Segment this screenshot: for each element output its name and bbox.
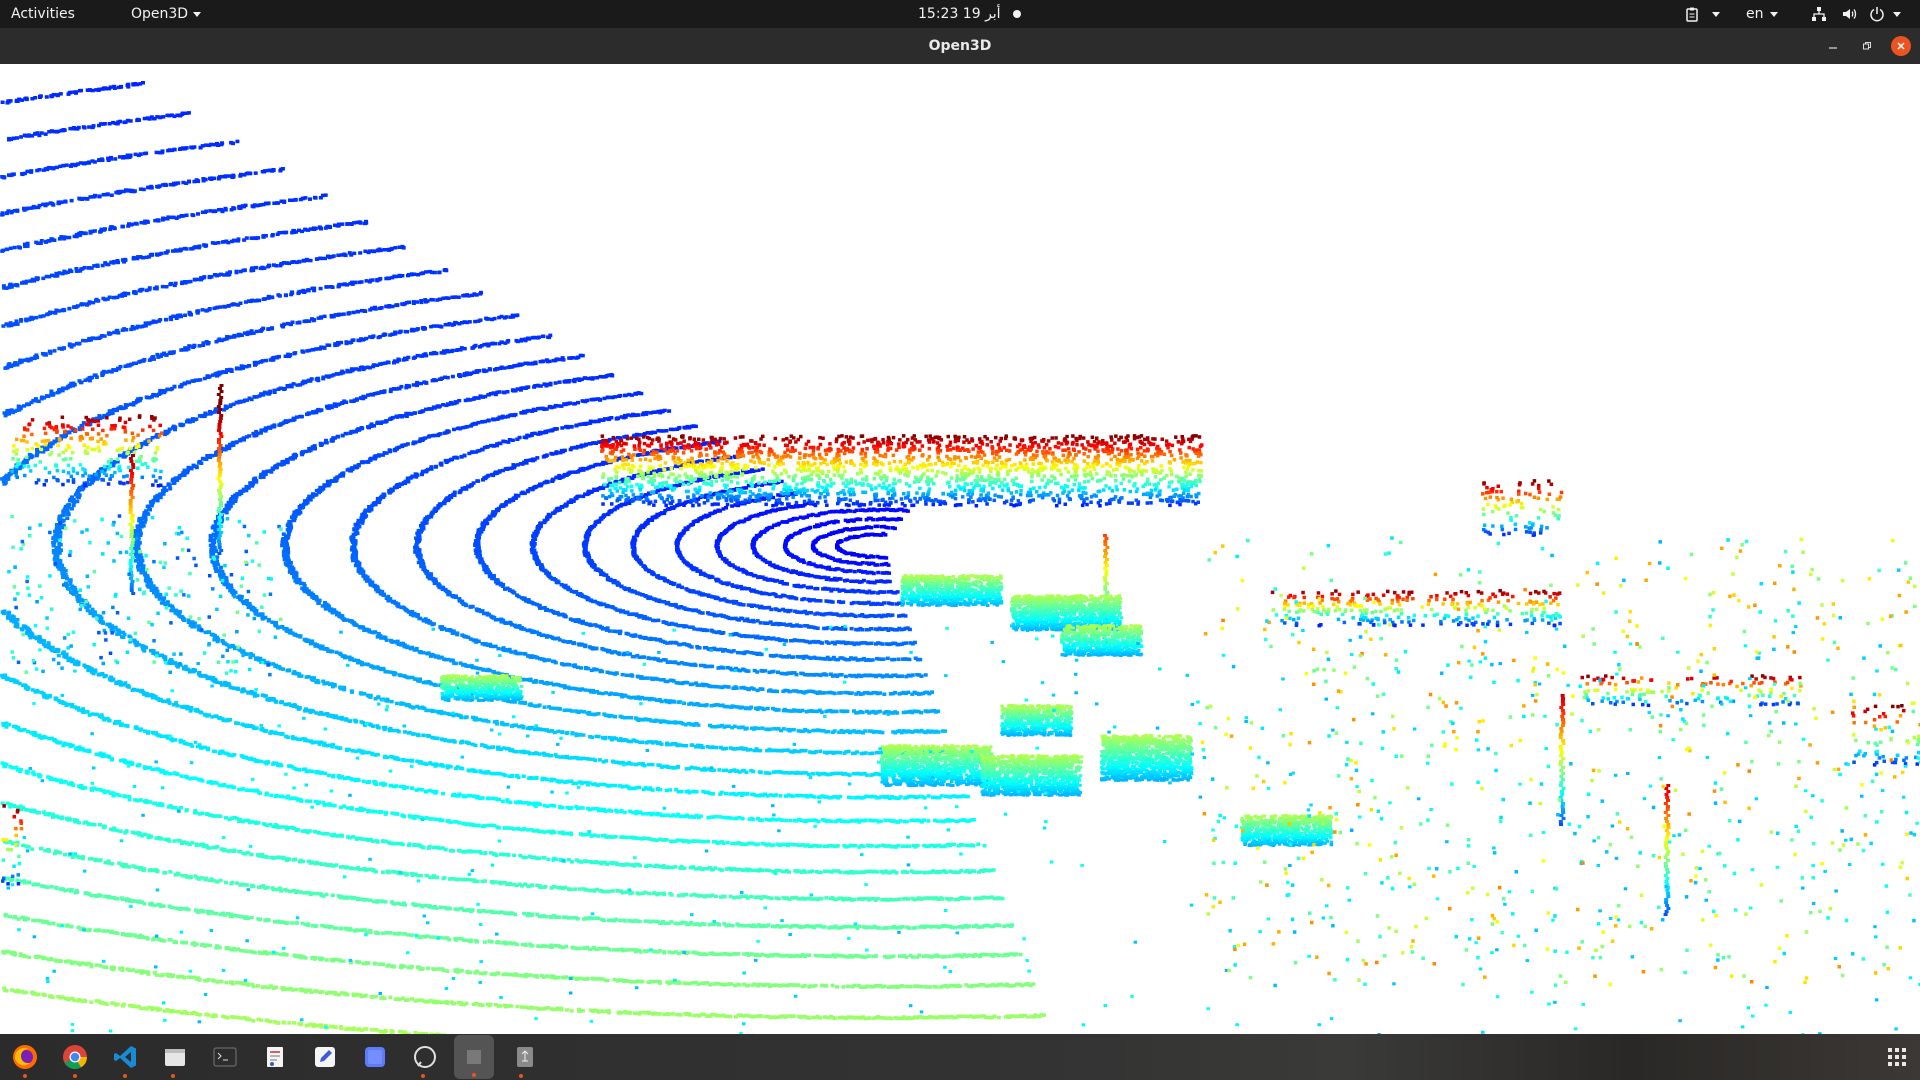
window-titlebar[interactable]: Open3D [0,28,1920,65]
running-indicator [472,1073,476,1077]
clock-label: 15:23 19 أبر [918,6,1001,22]
dock-usb-drive[interactable] [510,1042,540,1072]
point-cloud-canvas[interactable] [0,64,1920,1034]
dock-chrome[interactable] [60,1042,90,1072]
running-indicator [421,1074,425,1078]
clock-button[interactable]: 15:23 19 أبر [918,0,1001,28]
running-indicator [23,1074,27,1078]
volume-icon [1841,6,1857,22]
system-menu[interactable] [1811,0,1901,28]
running-indicator [73,1074,77,1078]
maximize-button[interactable] [1857,36,1877,56]
app-menu-button[interactable]: Open3D [131,0,201,28]
vscode-icon [112,1044,138,1070]
terminal-icon [213,1045,237,1069]
minimize-button[interactable] [1823,36,1843,56]
screenshot-icon [363,1045,387,1069]
dock-gedit[interactable] [260,1042,290,1072]
chevron-down-icon [1770,12,1778,17]
language-menu[interactable]: en [1746,0,1778,28]
dock-files[interactable] [160,1042,190,1072]
firefox-icon [11,1043,39,1071]
chrome-icon [61,1043,89,1071]
chat-icon [413,1045,437,1069]
dock-screenshot[interactable] [360,1042,390,1072]
open3d-icon [464,1047,484,1067]
gedit-icon [263,1045,287,1069]
dock-chat[interactable] [410,1042,440,1072]
chevron-down-icon [193,12,201,17]
dock [0,1034,1920,1080]
point-cloud-viewport[interactable] [0,64,1920,1034]
text-editor-icon [313,1045,337,1069]
files-icon [163,1045,187,1069]
clipboard-icon [1684,6,1700,22]
close-button[interactable] [1891,36,1911,56]
power-icon [1869,6,1885,22]
dock-open3d[interactable] [454,1035,494,1079]
restore-icon [1862,41,1872,51]
chevron-down-icon [1893,12,1901,17]
network-icon [1811,6,1827,22]
dock-terminal[interactable] [210,1042,240,1072]
dock-text-editor[interactable] [310,1042,340,1072]
show-applications-icon[interactable] [1886,1046,1908,1068]
activities-button[interactable]: Activities [11,0,75,28]
dock-firefox[interactable] [10,1042,40,1072]
notification-dot-icon [1013,10,1021,18]
running-indicator [519,1074,523,1078]
language-label: en [1746,6,1764,22]
dock-vscode[interactable] [110,1042,140,1072]
close-icon [1896,41,1906,51]
clipboard-menu[interactable] [1684,0,1720,28]
app-menu-label: Open3D [131,6,188,22]
window-title: Open3D [0,28,1920,64]
minimize-icon [1828,41,1838,51]
chevron-down-icon [1712,12,1720,17]
usb-drive-icon [514,1045,536,1069]
top-bar: Activities Open3D 15:23 19 أبر en [0,0,1920,28]
activities-label: Activities [11,6,75,22]
running-indicator [171,1074,175,1078]
running-indicator [123,1074,127,1078]
